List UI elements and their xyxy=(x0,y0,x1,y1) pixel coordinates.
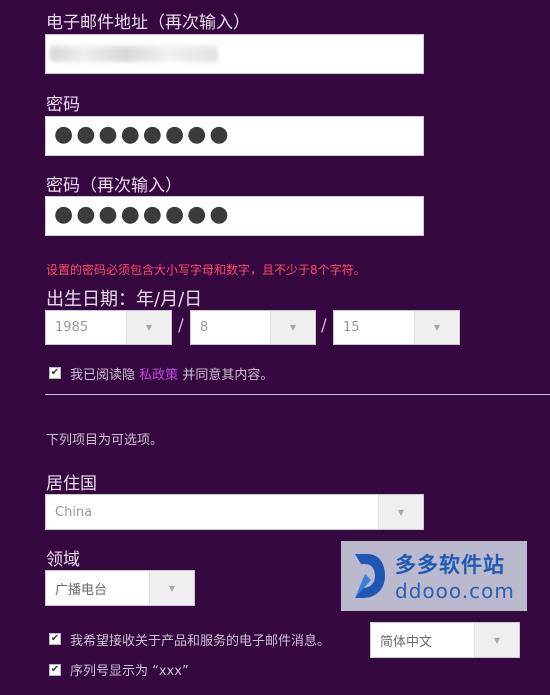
watermark-url: ddooo.com xyxy=(395,579,515,603)
chevron-down-icon: ▼ xyxy=(149,571,194,605)
privacy-policy-link[interactable]: 私政策 xyxy=(139,368,178,383)
birth-year-select[interactable]: 1985 ▼ xyxy=(45,310,172,345)
language-value: 简体中文 xyxy=(380,634,433,650)
watermark-name: 多多软件站 xyxy=(395,553,505,577)
serial-display-checkbox[interactable]: ✔ xyxy=(49,664,61,676)
email-confirm-input[interactable] xyxy=(45,34,424,74)
country-value: China xyxy=(55,504,93,520)
country-select[interactable]: China ▼ xyxy=(45,494,424,530)
password-label: 密码 xyxy=(46,95,80,115)
language-select[interactable]: 简体中文 ▼ xyxy=(370,622,520,658)
newsletter-checkbox[interactable]: ✔ xyxy=(49,633,61,645)
serial-display-text: 序列号显示为 “xxx” xyxy=(70,664,189,679)
privacy-text: 我已阅读隐 私政策 并同意其内容。 xyxy=(70,364,273,383)
birth-day-select[interactable]: 15 ▼ xyxy=(333,310,460,345)
field-select[interactable]: 广播电台 ▼ xyxy=(45,570,195,606)
section-divider xyxy=(45,394,550,395)
password-confirm-input[interactable]: ●●●●●●●● xyxy=(45,196,424,236)
birth-year-value: 1985 xyxy=(55,320,89,335)
chevron-down-icon: ▼ xyxy=(378,495,423,529)
date-separator: / xyxy=(321,316,327,336)
chevron-down-icon: ▼ xyxy=(270,311,315,344)
checkmark-icon: ✔ xyxy=(50,664,60,675)
field-label: 领域 xyxy=(46,550,80,570)
chevron-down-icon: ▼ xyxy=(126,311,171,344)
birth-month-value: 8 xyxy=(200,320,209,335)
date-separator: / xyxy=(178,316,184,336)
watermark-d-icon xyxy=(355,554,385,598)
country-label: 居住国 xyxy=(46,474,97,494)
birthdate-label: 出生日期：年/月/日 xyxy=(46,289,203,310)
checkmark-icon: ✔ xyxy=(50,367,60,378)
password-input[interactable]: ●●●●●●●● xyxy=(45,116,424,156)
newsletter-text: 我希望接收关于产品和服务的电子邮件消息。 xyxy=(70,634,331,649)
password-error-message: 设置的密码必须包含大小写字母和数字，且不少于8个字符。 xyxy=(46,263,366,277)
watermark-logo: 多多软件站 ddooo.com xyxy=(341,541,527,611)
chevron-down-icon: ▼ xyxy=(414,311,459,344)
chevron-down-icon: ▼ xyxy=(474,623,519,657)
email-confirm-label: 电子邮件地址（再次输入） xyxy=(46,13,250,33)
privacy-text-after: 并同意其内容。 xyxy=(182,368,274,383)
privacy-text-before: 我已阅读隐 xyxy=(70,368,136,383)
birth-day-value: 15 xyxy=(343,320,360,335)
password-confirm-label: 密码（再次输入） xyxy=(46,176,182,196)
optional-note: 下列项目为可选项。 xyxy=(46,433,164,448)
birth-month-select[interactable]: 8 ▼ xyxy=(190,310,316,345)
checkmark-icon: ✔ xyxy=(50,633,60,644)
privacy-checkbox[interactable]: ✔ xyxy=(49,367,61,379)
email-value-blurred xyxy=(50,46,218,62)
field-value: 广播电台 xyxy=(55,582,108,598)
